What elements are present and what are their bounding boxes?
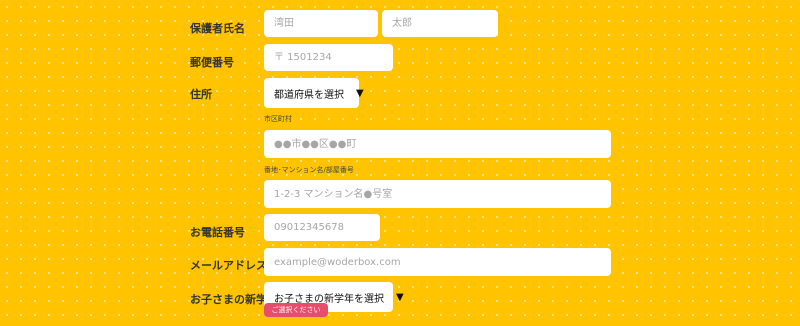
email-input[interactable] xyxy=(264,248,611,276)
prefecture-select-value: 都道府県を選択 xyxy=(274,89,344,101)
guardian-first-name-input[interactable] xyxy=(382,10,498,37)
street-input[interactable] xyxy=(264,180,611,208)
child-grade-error-badge: ご選択ください xyxy=(264,303,328,317)
guardian-last-name-input[interactable] xyxy=(264,10,378,37)
caret-down-icon: ▼ xyxy=(396,291,404,303)
street-label: 番地･マンション名/部屋番号 xyxy=(264,166,354,174)
address-label: 住所 xyxy=(190,88,212,101)
postal-code-label: 郵便番号 xyxy=(190,56,234,69)
prefecture-select[interactable]: 都道府県を選択 ▼ xyxy=(264,78,364,108)
postal-code-input[interactable] xyxy=(264,44,393,71)
phone-input[interactable] xyxy=(264,214,380,241)
guardian-name-label: 保護者氏名 xyxy=(190,22,245,35)
caret-down-icon: ▼ xyxy=(356,87,364,99)
phone-label: お電話番号 xyxy=(190,226,245,239)
city-input[interactable] xyxy=(264,130,611,158)
email-label: メールアドレス xyxy=(190,259,267,272)
city-label: 市区町村 xyxy=(264,115,292,123)
